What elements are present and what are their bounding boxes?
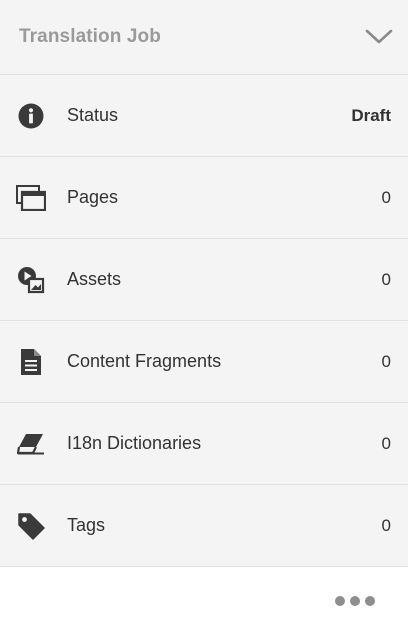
- row-tags[interactable]: Tags 0: [0, 485, 408, 567]
- row-label: Tags: [67, 515, 106, 535]
- chevron-down-icon: [365, 29, 393, 44]
- row-i18n-dictionaries[interactable]: I18n Dictionaries 0: [0, 403, 408, 485]
- job-summary-list: Status Draft Pages 0 Assets 0 Content Fr…: [0, 75, 408, 567]
- row-label: Status: [67, 105, 119, 125]
- card-footer: [0, 568, 408, 634]
- assets-count: 0: [381, 269, 391, 289]
- content-fragments-count: 0: [381, 351, 391, 371]
- row-pages[interactable]: Pages 0: [0, 157, 408, 239]
- row-label: Content Fragments: [67, 351, 222, 371]
- pages-icon: [16, 183, 46, 213]
- card-header: Translation Job: [0, 0, 408, 75]
- status-value: Draft: [351, 105, 391, 125]
- document-icon: [16, 347, 46, 377]
- tags-count: 0: [381, 515, 391, 535]
- row-content-fragments[interactable]: Content Fragments 0: [0, 321, 408, 403]
- i18n-dictionaries-count: 0: [381, 433, 391, 453]
- assets-icon: [16, 265, 46, 295]
- translation-job-card: Translation Job Status Draft Pages 0 Ass…: [0, 0, 408, 634]
- info-icon: [16, 101, 46, 131]
- more-actions-button[interactable]: [335, 591, 375, 611]
- row-assets[interactable]: Assets 0: [0, 239, 408, 321]
- tag-icon: [16, 511, 46, 541]
- pages-count: 0: [381, 187, 391, 207]
- more-icon-dot: [350, 596, 360, 606]
- row-label: Assets: [67, 269, 122, 289]
- row-status[interactable]: Status Draft: [0, 75, 408, 157]
- collapse-button[interactable]: [364, 22, 394, 52]
- more-icon: [335, 596, 345, 606]
- eraser-icon: [16, 429, 46, 459]
- row-label: I18n Dictionaries: [67, 433, 202, 453]
- row-label: Pages: [67, 187, 119, 207]
- more-icon-dot: [365, 596, 375, 606]
- card-title: Translation Job: [19, 26, 161, 47]
